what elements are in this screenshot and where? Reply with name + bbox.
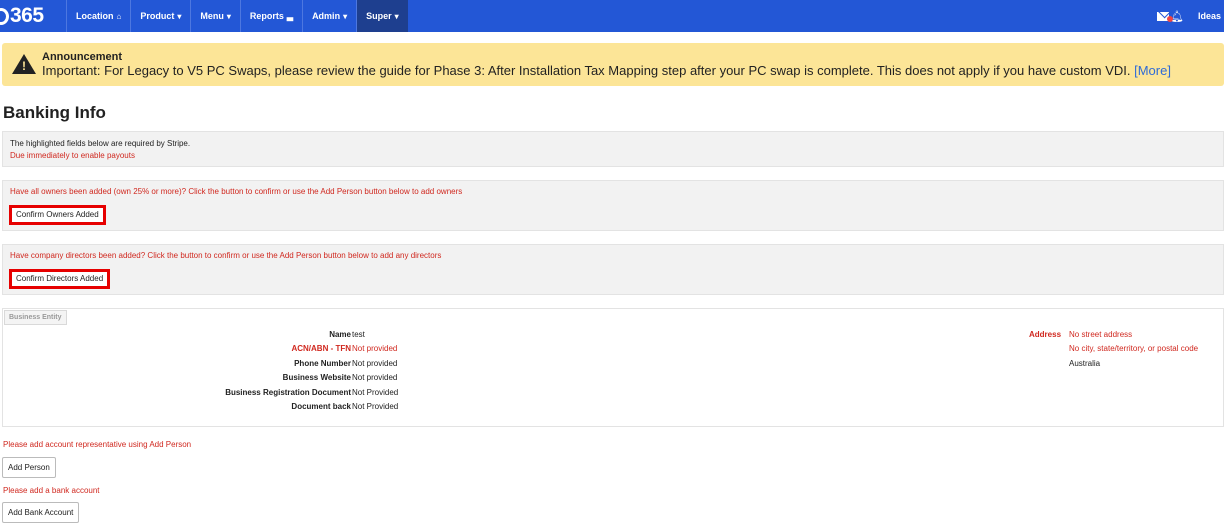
field-value: Not provided [352,359,398,368]
stripe-notice-panel: The highlighted fields below are require… [2,131,1224,167]
address-line-3: Australia [1069,359,1101,368]
field-value: test [352,330,365,339]
field-value: Not provided [352,373,398,382]
nav-product[interactable]: Product ▾ [130,0,190,32]
logo-ring-icon [0,7,9,25]
owners-prompt: Have all owners been added (own 25% or m… [10,187,463,196]
nav-reports[interactable]: Reports ▃ [239,0,302,32]
nav-menu-label: Menu [200,11,224,21]
field-value: Not provided [352,344,398,353]
field-label: Business Registration Document [225,388,351,397]
caret-down-icon: ▾ [343,11,348,21]
representative-note: Please add account representative using … [3,440,192,449]
stripe-due-text: Due immediately to enable payouts [10,151,135,160]
caret-down-icon: ▾ [177,11,182,21]
announcement-title: Announcement [42,51,123,63]
caret-down-icon: ▾ [394,11,399,21]
address-label: Address [1029,330,1062,339]
nav-super-label: Super [366,11,392,21]
owners-panel: Have all owners been added (own 25% or m… [2,180,1224,231]
directors-panel: Have company directors been added? Click… [2,244,1224,295]
stripe-notice-text: The highlighted fields below are require… [10,139,191,148]
confirm-directors-button[interactable]: Confirm Directors Added [9,269,111,289]
nav-location[interactable]: Location ⌂ [66,0,130,32]
directors-prompt: Have company directors been added? Click… [10,251,442,260]
nav-location-label: Location [76,11,114,21]
nav-menu[interactable]: Menu ▾ [190,0,240,32]
field-label: ACN/ABN - TFN [291,344,351,353]
announcement-banner: ! Announcement Important: For Legacy to … [2,43,1224,86]
warning-mark: ! [22,59,26,73]
add-bank-account-button[interactable]: Add Bank Account [2,502,80,523]
field-label: Phone Number [294,359,351,368]
bar-chart-icon: ▃ [286,11,294,21]
logo-text: 365 [10,4,44,27]
field-value: Not Provided [352,388,399,397]
nav-admin-label: Admin [312,11,341,21]
address-line-2: No city, state/territory, or postal code [1069,344,1199,353]
tab-business-entity[interactable]: Business Entity [4,310,67,325]
bank-account-note: Please add a bank account [3,486,100,495]
announcement-text: Important: For Legacy to V5 PC Swaps, pl… [42,63,1131,78]
announcement-more-link[interactable]: [More] [1134,63,1171,78]
field-label: Name [329,330,351,339]
field-label: Document back [291,402,351,411]
page-title: Banking Info [3,103,106,122]
add-person-button[interactable]: Add Person [2,457,56,478]
business-entity-panel: Business Entity Name test Address No str… [2,308,1224,427]
logo[interactable]: 365 [0,0,66,32]
nav-super[interactable]: Super ▾ [356,0,408,32]
address-line-1: No street address [1069,330,1133,339]
ideas-link[interactable]: Ideas [1198,11,1221,21]
field-value: Not Provided [352,402,399,411]
nav-reports-label: Reports [249,11,284,21]
top-navbar: 365 Location ⌂ Product ▾ Menu ▾ Reports ▃ Ad… [0,0,1224,32]
caret-down-icon: ▾ [226,11,231,21]
notification-dot-icon [1167,15,1174,22]
home-icon: ⌂ [116,11,122,21]
confirm-owners-button[interactable]: Confirm Owners Added [9,205,106,225]
nav-right: 🔔︎ Ideas [1157,0,1224,32]
field-label: Business Website [282,373,351,382]
nav-admin[interactable]: Admin ▾ [302,0,356,32]
announcement-body: Important: For Legacy to V5 PC Swaps, pl… [42,63,1171,78]
nav-product-label: Product [140,11,175,21]
